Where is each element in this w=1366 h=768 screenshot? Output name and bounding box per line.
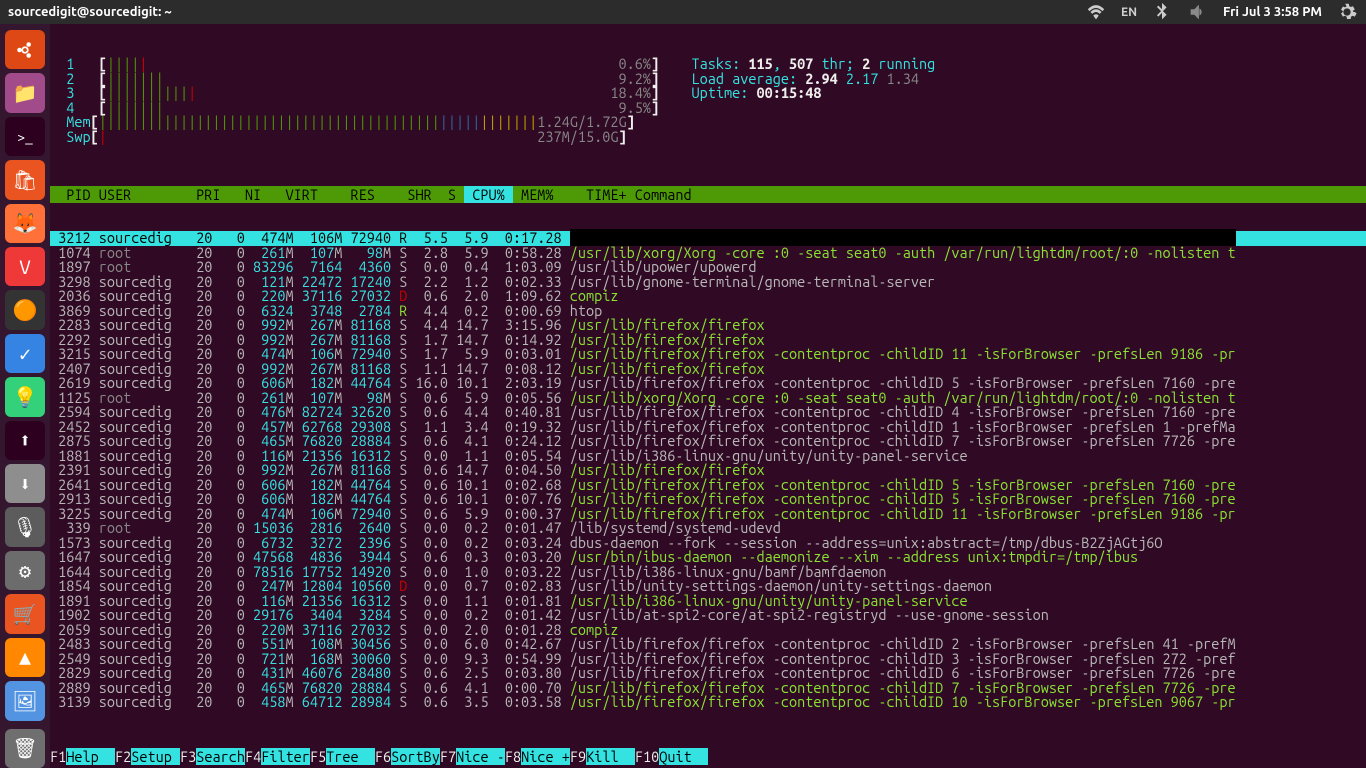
store-icon[interactable]: 🛒 <box>5 594 45 633</box>
vivaldi-icon[interactable]: V <box>5 247 45 286</box>
window-title: sourcedigit@sourcedigit: ~ <box>8 5 172 19</box>
volume-icon[interactable] <box>1187 1 1209 23</box>
dash-icon[interactable] <box>5 30 45 69</box>
column-header[interactable]: PID USER PRI NI VIRT RES SHR S CPU% MEM%… <box>50 188 1366 203</box>
screenshot-icon[interactable]: 🖼 <box>5 681 45 720</box>
htop-footer: F1Help F2Setup F3SearchF4FilterF5Tree F6… <box>50 750 1366 765</box>
updater-icon[interactable]: ⬆ <box>5 421 45 460</box>
process-row[interactable]: 3139 sourcedig 20 0 458M 64712 28984 S 0… <box>50 695 1366 710</box>
files-icon[interactable]: 📁 <box>5 73 45 112</box>
sublime-icon[interactable]: 🟠 <box>5 290 45 329</box>
firefox-icon[interactable]: 🦊 <box>5 204 45 243</box>
session-cog-icon[interactable] <box>1336 1 1358 23</box>
terminal-icon[interactable]: >_ <box>5 117 45 156</box>
software-icon[interactable]: 🛍 <box>5 160 45 199</box>
terminal-viewport[interactable]: 1 [||||| 0.6%] Tasks: 115, 507 thr; 2 ru… <box>50 24 1366 768</box>
wifi-icon[interactable] <box>1085 1 1107 23</box>
bluetooth-icon[interactable] <box>1151 1 1173 23</box>
language-indicator[interactable]: EN <box>1121 6 1137 19</box>
settings-icon[interactable]: ⚙ <box>5 551 45 590</box>
todo-icon[interactable]: ✓ <box>5 334 45 373</box>
download-icon[interactable]: ⬇ <box>5 464 45 503</box>
tips-icon[interactable]: 💡 <box>5 377 45 416</box>
clock[interactable]: Fri Jul 3 3:58 PM <box>1223 5 1322 19</box>
top-panel: sourcedigit@sourcedigit: ~ EN Fri Jul 3 … <box>0 0 1366 24</box>
vlc-icon[interactable]: ▲ <box>5 638 45 677</box>
trash-icon[interactable]: 🗑 <box>5 729 45 768</box>
unity-launcher: 📁 >_ 🛍 🦊 V 🟠 ✓ 💡 ⬆ ⬇ 🎙 ⚙ 🛒 ▲ 🖼 🗑 <box>0 24 50 768</box>
podcast-icon[interactable]: 🎙 <box>5 507 45 546</box>
